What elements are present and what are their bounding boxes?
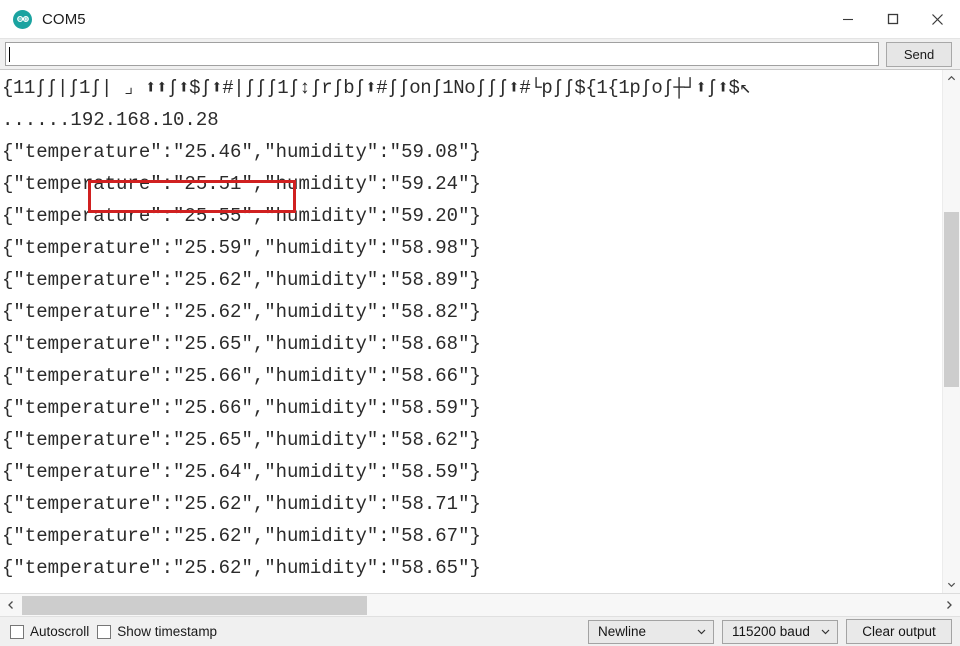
show-timestamp-label: Show timestamp	[117, 624, 218, 639]
console-line: {"temperature":"25.65","humidity":"58.62…	[2, 429, 481, 451]
baud-rate-value: 115200 baud	[732, 624, 810, 639]
console-line: {"temperature":"25.62","humidity":"58.89…	[2, 269, 481, 291]
show-timestamp-checkbox[interactable]	[97, 624, 112, 639]
text-caret	[9, 46, 10, 62]
console-line: {"temperature":"25.51","humidity":"59.24…	[2, 173, 481, 195]
chevron-down-icon	[820, 626, 831, 637]
chevron-right-icon[interactable]	[938, 595, 960, 616]
window-title: COM5	[42, 10, 86, 28]
show-timestamp-checkbox-item[interactable]: Show timestamp	[97, 624, 217, 639]
clear-output-button[interactable]: Clear output	[846, 619, 952, 644]
autoscroll-checkbox-item[interactable]: Autoscroll	[10, 624, 89, 639]
maximize-icon[interactable]	[870, 0, 915, 38]
console-line: {"temperature":"25.65","humidity":"58.68…	[2, 333, 481, 355]
vertical-scrollbar[interactable]	[942, 70, 960, 593]
horizontal-scrollbar[interactable]	[0, 593, 960, 616]
console-line: {"temperature":"25.62","humidity":"58.71…	[2, 493, 481, 515]
console-line: {"temperature":"25.46","humidity":"59.08…	[2, 141, 481, 163]
minimize-icon[interactable]	[825, 0, 870, 38]
line-ending-select[interactable]: Newline	[588, 619, 714, 644]
console-line: ......192.168.10.28	[2, 109, 219, 131]
console-line: {11ʃʃ|ʃ1ʃ| ⌟ ⬆⬆ʃ⬆$ʃ⬆#|ʃʃʃ1ʃ↕ʃrʃbʃ⬆#ʃʃonʃ…	[2, 77, 751, 99]
line-ending-value: Newline	[598, 624, 647, 639]
console-area: {11ʃʃ|ʃ1ʃ| ⌟ ⬆⬆ʃ⬆$ʃ⬆#|ʃʃʃ1ʃ↕ʃrʃbʃ⬆#ʃʃonʃ…	[0, 69, 960, 593]
arduino-infinity-icon	[13, 9, 32, 29]
horizontal-scrollbar-track[interactable]	[22, 595, 938, 616]
console-line: {"temperature":"25.66","humidity":"58.59…	[2, 397, 481, 419]
status-bar: Autoscroll Show timestamp Newline 115200…	[0, 616, 960, 646]
serial-send-input[interactable]	[5, 42, 879, 66]
chevron-down-icon	[696, 626, 707, 637]
console-line: {"temperature":"25.55","humidity":"59.20…	[2, 205, 481, 227]
baud-rate-select[interactable]: 115200 baud	[722, 619, 838, 644]
send-bar: Send	[0, 38, 960, 69]
console-line: {"temperature":"25.62","humidity":"58.82…	[2, 301, 481, 323]
close-icon[interactable]	[915, 0, 960, 38]
console-line: {"temperature":"25.66","humidity":"58.66…	[2, 365, 481, 387]
title-bar: COM5	[0, 0, 960, 38]
vertical-scrollbar-thumb[interactable]	[944, 212, 959, 387]
autoscroll-label: Autoscroll	[30, 624, 90, 639]
send-button[interactable]: Send	[886, 41, 952, 67]
title-bar-left: COM5	[0, 9, 86, 29]
horizontal-scrollbar-thumb[interactable]	[22, 595, 367, 615]
console-line: {"temperature":"25.59","humidity":"58.98…	[2, 237, 481, 259]
window-controls	[825, 0, 960, 38]
console-line: {"temperature":"25.62","humidity":"58.67…	[2, 525, 481, 547]
autoscroll-checkbox[interactable]	[10, 624, 24, 639]
chevron-left-icon[interactable]	[0, 595, 22, 616]
console-line: {"temperature":"25.64","humidity":"58.59…	[2, 461, 481, 483]
console-line: {"temperature":"25.62","humidity":"58.65…	[2, 557, 481, 579]
serial-monitor-window: COM5 Send {11ʃʃ|ʃ1ʃ| ⌟ ⬆⬆ʃ⬆$ʃ⬆#|ʃʃʃ1ʃ↕ʃr…	[0, 0, 960, 646]
serial-output-console[interactable]: {11ʃʃ|ʃ1ʃ| ⌟ ⬆⬆ʃ⬆$ʃ⬆#|ʃʃʃ1ʃ↕ʃrʃbʃ⬆#ʃʃonʃ…	[0, 70, 942, 593]
chevron-up-icon[interactable]	[943, 70, 960, 87]
chevron-down-icon[interactable]	[943, 576, 960, 593]
